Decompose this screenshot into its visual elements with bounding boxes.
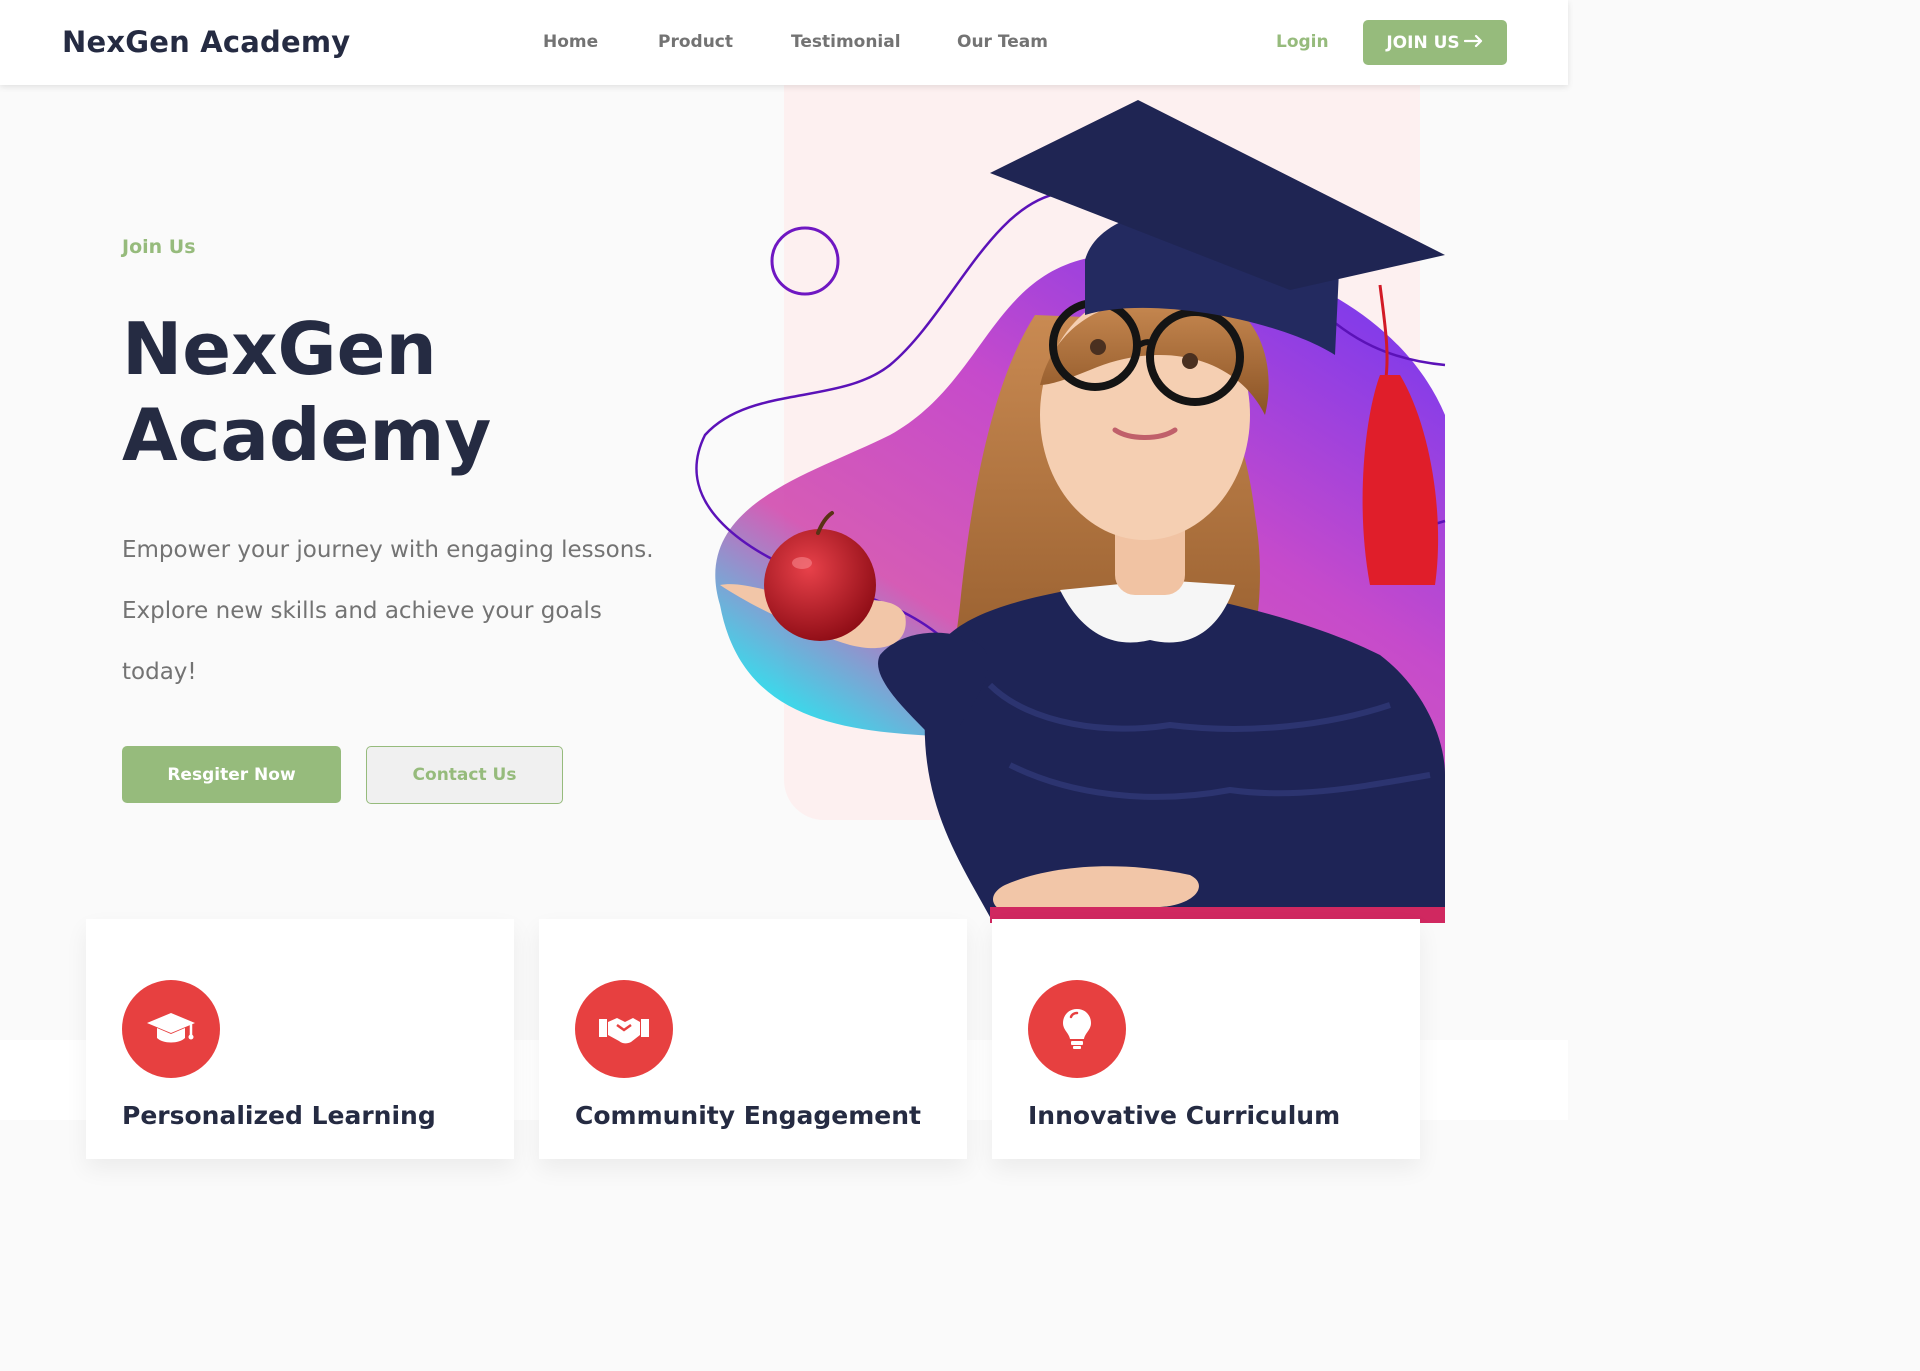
handshake-icon <box>575 980 673 1078</box>
feature-title: Personalized Learning <box>122 1101 436 1130</box>
feature-title: Community Engagement <box>575 1101 921 1130</box>
feature-card-community-engagement: Community Engagement <box>539 919 967 1159</box>
site-header: NexGen Academy Home Product Testimonial … <box>0 0 1568 85</box>
feature-card-innovative-curriculum: Innovative Curriculum <box>992 919 1420 1159</box>
contact-us-button[interactable]: Contact Us <box>366 746 563 804</box>
nav-our-team[interactable]: Our Team <box>957 32 1048 52</box>
arrow-right-icon <box>1463 33 1484 53</box>
nav-product[interactable]: Product <box>658 32 733 52</box>
hero-title-line1: NexGen <box>122 307 437 391</box>
nav-home[interactable]: Home <box>543 32 598 52</box>
join-us-button[interactable]: JOIN US <box>1363 20 1507 65</box>
join-us-label: JOIN US <box>1386 32 1460 53</box>
hero-image <box>695 100 1446 923</box>
feature-title: Innovative Curriculum <box>1028 1101 1341 1130</box>
hero-title-line2: Academy <box>122 393 492 477</box>
lightbulb-icon <box>1028 980 1126 1078</box>
register-button[interactable]: Resgiter Now <box>122 746 341 803</box>
hero-description: Empower your journey with engaging lesso… <box>122 537 654 685</box>
hero-title: NexGen Academy <box>122 306 682 478</box>
hero-tag: Join Us <box>122 236 196 258</box>
nav-testimonial[interactable]: Testimonial <box>791 32 901 52</box>
feature-card-personalized-learning: Personalized Learning <box>86 919 514 1159</box>
main-nav: Home Product Testimonial Our Team <box>0 32 1568 56</box>
graduation-cap-icon <box>122 980 220 1078</box>
login-link[interactable]: Login <box>1276 32 1329 52</box>
